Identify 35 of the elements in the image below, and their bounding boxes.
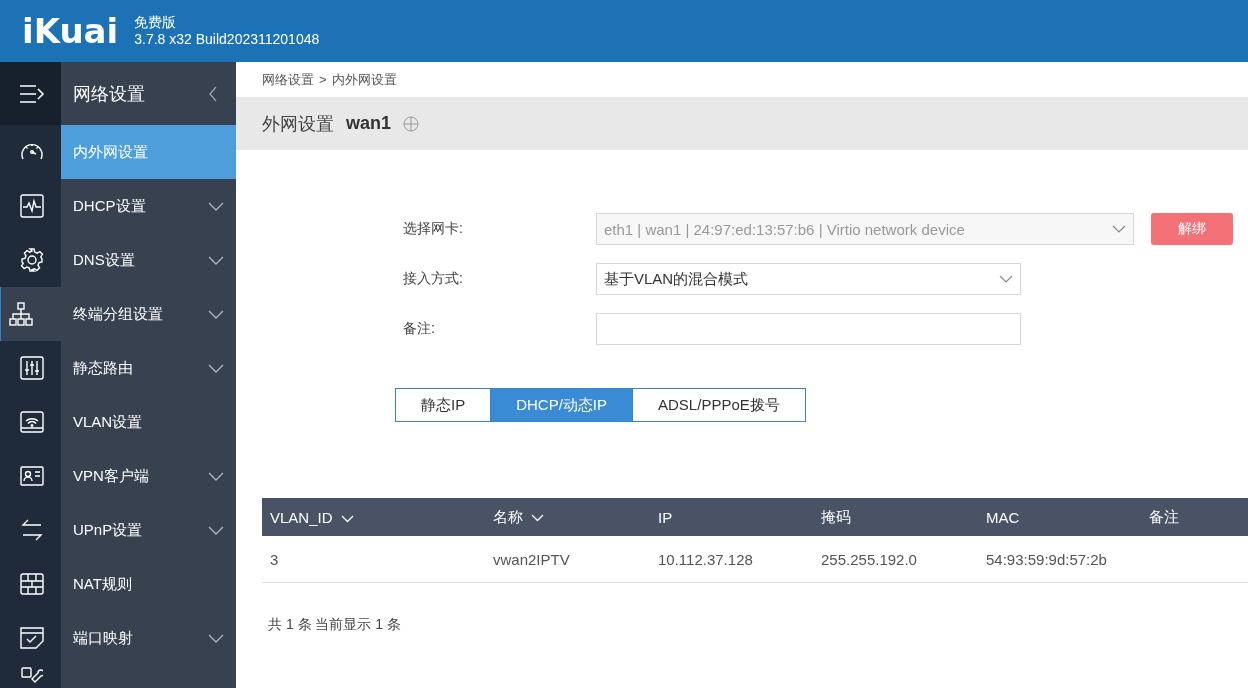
table-cell: 10.112.37.128 (658, 550, 753, 568)
interface-name: wan1 (346, 113, 392, 134)
sidebar-item[interactable]: 静态路由 (61, 341, 236, 395)
sidebar-item[interactable]: UPnP设置 (61, 503, 236, 557)
sidebar-item[interactable]: NAT规则 (61, 557, 236, 611)
field-label: 备注: (403, 320, 436, 338)
sidebar-item[interactable]: DNS设置 (61, 233, 236, 287)
table-cell: 54:93:59:9d:57:2b (986, 550, 1107, 568)
breadcrumb-link[interactable]: 网络设置 (262, 70, 314, 89)
logo: iKuai (22, 11, 119, 51)
select-field[interactable]: 基于VLAN的混合模式 (596, 263, 1021, 295)
sidebar-item[interactable]: DHCP设置 (61, 179, 236, 233)
field-label: 接入方式: (403, 270, 464, 288)
column-header: IP (650, 498, 813, 536)
edition-label: 免费版 (134, 14, 178, 31)
breadcrumb-current: 内外网设置 (331, 70, 397, 89)
version-label: 3.7.8 x32 Build202311201048 (134, 31, 320, 48)
sidebar-item[interactable]: 端口映射 (61, 611, 236, 665)
column-header: 备注 (1141, 498, 1248, 536)
column-header: MAC (978, 498, 1141, 536)
sidebar-item[interactable]: VPN客户端 (61, 449, 236, 503)
breadcrumb-separator: > (319, 72, 327, 87)
table-cell: 255.255.192.0 (821, 550, 917, 568)
column-header[interactable]: VLAN_ID (262, 498, 485, 536)
column-header: 掩码 (813, 498, 978, 536)
sidebar-item[interactable]: VLAN设置 (61, 395, 236, 449)
record-count: 共 1 条 当前显示 1 条 (268, 616, 402, 634)
sidebar-item[interactable]: 终端分组设置 (61, 287, 236, 341)
page-title: 外网设置 (262, 112, 334, 136)
table-cell: vwan2IPTV (493, 550, 570, 568)
column-header[interactable]: 名称 (485, 498, 650, 536)
sidebar-title: 网络设置 (73, 82, 145, 106)
tab[interactable]: DHCP/动态IP (490, 389, 633, 421)
table-cell: 3 (270, 550, 279, 568)
field-label: 选择网卡: (403, 220, 464, 238)
